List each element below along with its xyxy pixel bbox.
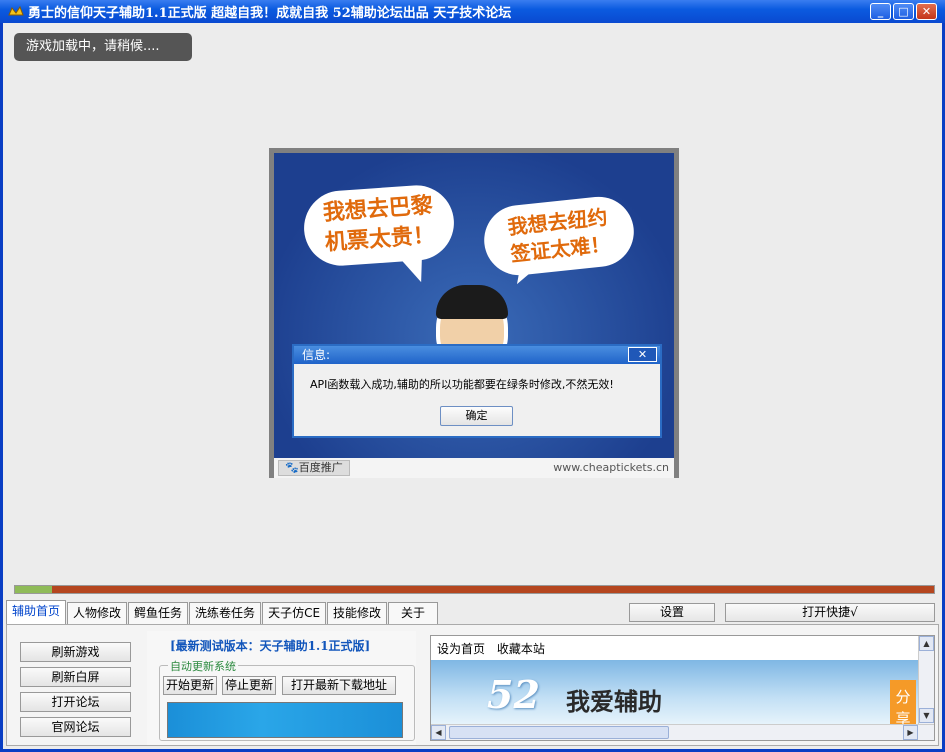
refresh-game-button[interactable]: 刷新游戏 bbox=[20, 642, 131, 662]
load-progress-bar bbox=[14, 585, 935, 594]
tab-refine-quest[interactable]: 洗练卷任务 bbox=[189, 602, 262, 624]
dialog-title-bar[interactable]: 信息: ✕ bbox=[294, 346, 660, 364]
vertical-scrollbar[interactable]: ▲ ▼ bbox=[918, 636, 934, 724]
dialog-ok-button[interactable]: 确定 bbox=[440, 406, 513, 426]
open-download-button[interactable]: 打开最新下载地址 bbox=[282, 676, 396, 695]
tab-character[interactable]: 人物修改 bbox=[67, 602, 128, 624]
tab-skills[interactable]: 技能修改 bbox=[327, 602, 388, 624]
ad-footer: 🐾百度推广 www.cheaptickets.cn bbox=[274, 458, 674, 478]
title-bar[interactable]: 勇士的信仰天子辅助1.1正式版 超越自我！成就自我 52辅助论坛出品 天子技术论… bbox=[0, 0, 945, 23]
speech-bubble-newyork: 我想去纽约 签证太难！ bbox=[480, 193, 638, 279]
update-progress-area bbox=[167, 702, 403, 738]
client-area: 游戏加载中，请稍候.... 我想去巴黎 机票太贵！ 我想去纽约 签证太难！ 🐾百… bbox=[3, 23, 942, 749]
tab-ce[interactable]: 天子仿CE bbox=[262, 602, 327, 624]
horizontal-scrollbar[interactable]: ◀ ▶ bbox=[431, 724, 934, 740]
bookmark-link[interactable]: 收藏本站 bbox=[497, 642, 545, 656]
close-button[interactable]: ✕ bbox=[916, 3, 937, 20]
refresh-blank-button[interactable]: 刷新白屏 bbox=[20, 667, 131, 687]
dialog-message: API函数载入成功,辅助的所以功能都要在绿条时修改,不然无效! bbox=[310, 378, 614, 391]
group-label: 自动更新系统 bbox=[168, 658, 238, 674]
home-panel: 刷新游戏 刷新白屏 打开论坛 官网论坛 [最新测试版本：天子辅助1.1正式版] … bbox=[6, 624, 939, 746]
app-window: 勇士的信仰天子辅助1.1正式版 超越自我！成就自我 52辅助论坛出品 天子技术论… bbox=[0, 0, 945, 752]
speech-bubble-paris: 我想去巴黎 机票太贵！ bbox=[301, 182, 457, 269]
stop-update-button[interactable]: 停止更新 bbox=[222, 676, 276, 695]
person-hair bbox=[436, 285, 508, 319]
auto-update-group: 自动更新系统 开始更新 停止更新 打开最新下载地址 bbox=[159, 658, 415, 741]
ad-url[interactable]: www.cheaptickets.cn bbox=[553, 461, 669, 474]
tab-home[interactable]: 辅助首页 bbox=[6, 600, 67, 624]
web-browser[interactable]: 设为首页 收藏本站 52 我爱辅助 分享 ▲ ▼ ◀ ▶ bbox=[430, 635, 935, 741]
minimize-button[interactable]: _ bbox=[870, 3, 891, 20]
settings-button[interactable]: 设置 bbox=[629, 603, 715, 622]
open-forum-button[interactable]: 打开论坛 bbox=[20, 692, 131, 712]
scroll-up-icon[interactable]: ▲ bbox=[919, 636, 934, 651]
set-home-link[interactable]: 设为首页 bbox=[437, 642, 485, 656]
window-title: 勇士的信仰天子辅助1.1正式版 超越自我！成就自我 52辅助论坛出品 天子技术论… bbox=[28, 6, 512, 21]
baidu-ad-tag[interactable]: 🐾百度推广 bbox=[278, 460, 350, 476]
tab-about[interactable]: 关于 bbox=[388, 602, 439, 624]
maximize-button[interactable]: □ bbox=[893, 3, 914, 20]
scroll-right-icon[interactable]: ▶ bbox=[903, 725, 918, 740]
banner-slogan: 我爱辅助 bbox=[566, 688, 662, 716]
app-icon bbox=[8, 5, 24, 15]
version-title: [最新测试版本：天子辅助1.1正式版] bbox=[170, 639, 371, 653]
web-banner[interactable]: 52 我爱辅助 分享 bbox=[431, 660, 919, 740]
info-dialog: 信息: ✕ API函数载入成功,辅助的所以功能都要在绿条时修改,不然无效! 确定 bbox=[292, 344, 662, 438]
official-forum-button[interactable]: 官网论坛 bbox=[20, 717, 131, 737]
scroll-thumb[interactable] bbox=[449, 726, 669, 739]
web-links: 设为首页 收藏本站 bbox=[437, 640, 553, 657]
scroll-left-icon[interactable]: ◀ bbox=[431, 725, 446, 740]
loading-tip: 游戏加载中，请稍候.... bbox=[14, 33, 192, 61]
scroll-down-icon[interactable]: ▼ bbox=[919, 708, 934, 723]
banner-logo: 52 bbox=[487, 672, 540, 717]
hotkey-button[interactable]: 打开快捷√ bbox=[725, 603, 935, 622]
start-update-button[interactable]: 开始更新 bbox=[163, 676, 217, 695]
update-section: [最新测试版本：天子辅助1.1正式版] 自动更新系统 开始更新 停止更新 打开最… bbox=[147, 631, 416, 745]
tab-crocodile-quest[interactable]: 鳄鱼任务 bbox=[128, 602, 189, 624]
dialog-title: 信息: bbox=[302, 348, 331, 362]
dialog-close-button[interactable]: ✕ bbox=[628, 347, 657, 362]
progress-fill bbox=[15, 586, 52, 593]
tab-bar: 辅助首页 人物修改 鳄鱼任务 洗练卷任务 天子仿CE 技能修改 关于 bbox=[6, 600, 439, 624]
